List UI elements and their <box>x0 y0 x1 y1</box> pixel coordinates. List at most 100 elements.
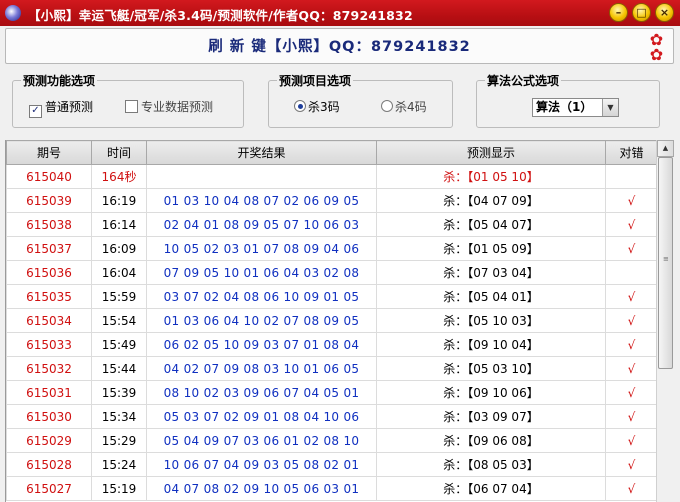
correct-cell: √ <box>605 284 657 309</box>
time-cell: 16:04 <box>91 260 147 285</box>
issue-cell: 615027 <box>6 476 92 501</box>
correct-cell: √ <box>605 332 657 357</box>
correct-cell: √ <box>605 428 657 453</box>
table-row[interactable]: 615029 15:29 05 04 09 07 03 06 01 02 08 10… <box>6 428 657 453</box>
result-cell <box>146 164 377 189</box>
issue-cell: 615040 <box>6 164 92 189</box>
correct-cell: √ <box>605 236 657 261</box>
kill4-label: 杀4码 <box>395 100 427 114</box>
prediction-cell: 杀：【03 09 07】 <box>376 404 606 429</box>
prediction-cell: 杀：【04 07 09】 <box>376 188 606 213</box>
results-grid[interactable]: 期号 时间 开奖结果 预测显示 对错 615040 164秒 杀：【01 05 10… <box>5 140 657 502</box>
window-title: 【小熙】幸运飞艇/冠军/杀3.4码/预测软件/作者QQ：879241832 <box>28 8 413 23</box>
col-header-result[interactable]: 开奖结果 <box>146 140 377 165</box>
issue-cell: 615032 <box>6 356 92 381</box>
table-row[interactable]: 615031 15:39 08 10 02 03 09 06 07 04 05 01… <box>6 380 657 405</box>
correct-cell: √ <box>605 188 657 213</box>
result-cell: 05 04 09 07 03 06 01 02 08 10 <box>146 428 377 453</box>
checkbox-empty-icon[interactable] <box>125 100 138 113</box>
table-row[interactable]: 615036 16:04 07 09 05 10 01 06 04 03 02 08… <box>6 260 657 285</box>
refresh-button[interactable]: 刷 新 键【小熙】QQ：879241832 ✿ ✿ <box>5 28 674 64</box>
grip-icon: ≡ <box>663 255 669 263</box>
title-bar[interactable]: 【小熙】幸运飞艇/冠军/杀3.4码/预测软件/作者QQ：879241832 – … <box>0 0 680 26</box>
result-cell: 06 02 05 10 09 03 07 01 08 04 <box>146 332 377 357</box>
result-cell: 10 05 02 03 01 07 08 09 04 06 <box>146 236 377 261</box>
normal-predict-checkbox[interactable]: ✓ 普通预测 <box>29 98 93 118</box>
project-options-title: 预测项目选项 <box>277 72 354 89</box>
minimize-button[interactable]: – <box>609 3 628 22</box>
result-cell: 07 09 05 10 01 06 04 03 02 08 <box>146 260 377 285</box>
prediction-cell: 杀：【05 03 10】 <box>376 356 606 381</box>
issue-cell: 615034 <box>6 308 92 333</box>
checkbox-checked-icon[interactable]: ✓ <box>29 105 42 118</box>
ornament-icon: ✿ ✿ <box>649 30 665 64</box>
kill4-radio[interactable]: 杀4码 <box>381 98 427 115</box>
prediction-cell: 杀：【09 06 08】 <box>376 428 606 453</box>
pro-data-predict-label: 专业数据预测 <box>141 100 214 114</box>
chevron-down-icon[interactable]: ▼ <box>602 99 618 116</box>
function-options-group: 预测功能选项 ✓ 普通预测 专业数据预测 <box>12 72 244 128</box>
prediction-cell: 杀：【01 05 10】 <box>376 164 606 189</box>
result-cell: 02 04 01 08 09 05 07 10 06 03 <box>146 212 377 237</box>
col-header-correct[interactable]: 对错 <box>605 140 657 165</box>
prediction-cell: 杀：【05 04 01】 <box>376 284 606 309</box>
result-cell: 04 02 07 09 08 03 10 01 06 05 <box>146 356 377 381</box>
table-row[interactable]: 615032 15:44 04 02 07 09 08 03 10 01 06 05… <box>6 356 657 381</box>
table-row[interactable]: 615027 15:19 04 07 08 02 09 10 05 06 03 01… <box>6 476 657 501</box>
result-cell: 03 07 02 04 08 06 10 09 01 05 <box>146 284 377 309</box>
radio-unselected-icon[interactable] <box>381 100 393 112</box>
col-header-time[interactable]: 时间 <box>91 140 147 165</box>
table-row[interactable]: 615030 15:34 05 03 07 02 09 01 08 04 10 06… <box>6 404 657 429</box>
table-row[interactable]: 615035 15:59 03 07 02 04 08 06 10 09 01 05… <box>6 284 657 309</box>
issue-cell: 615033 <box>6 332 92 357</box>
table-row[interactable]: 615034 15:54 01 03 06 04 10 02 07 08 09 05… <box>6 308 657 333</box>
close-button[interactable]: × <box>655 3 674 22</box>
correct-cell: √ <box>605 452 657 477</box>
prediction-cell: 杀：【09 10 06】 <box>376 380 606 405</box>
time-cell: 164秒 <box>91 164 147 189</box>
table-row[interactable]: 615039 16:19 01 03 10 04 08 07 02 06 09 05… <box>6 188 657 213</box>
prediction-cell: 杀：【09 10 04】 <box>376 332 606 357</box>
issue-cell: 615036 <box>6 260 92 285</box>
table-row[interactable]: 615033 15:49 06 02 05 10 09 03 07 01 08 04… <box>6 332 657 357</box>
result-cell: 05 03 07 02 09 01 08 04 10 06 <box>146 404 377 429</box>
prediction-cell: 杀：【08 05 03】 <box>376 452 606 477</box>
col-header-prediction[interactable]: 预测显示 <box>376 140 606 165</box>
table-row[interactable]: 615040 164秒 杀：【01 05 10】 <box>6 164 657 189</box>
table-row[interactable]: 615037 16:09 10 05 02 03 01 07 08 09 04 06… <box>6 236 657 261</box>
result-cell: 04 07 08 02 09 10 05 06 03 01 <box>146 476 377 501</box>
table-row[interactable]: 615028 15:24 10 06 07 04 09 03 05 08 02 01… <box>6 452 657 477</box>
time-cell: 16:09 <box>91 236 147 261</box>
refresh-label: 刷 新 键【小熙】QQ：879241832 <box>208 39 471 55</box>
correct-cell: √ <box>605 308 657 333</box>
scroll-up-icon[interactable]: ▲ <box>657 140 674 157</box>
correct-cell <box>605 164 657 189</box>
vertical-scrollbar[interactable]: ▲ ≡ <box>656 140 674 502</box>
time-cell: 15:54 <box>91 308 147 333</box>
time-cell: 16:19 <box>91 188 147 213</box>
kill3-radio[interactable]: 杀3码 <box>294 98 340 115</box>
correct-cell: √ <box>605 404 657 429</box>
maximize-button[interactable]: □ <box>632 3 651 22</box>
prediction-cell: 杀：【05 10 03】 <box>376 308 606 333</box>
radio-selected-icon[interactable] <box>294 100 306 112</box>
issue-cell: 615035 <box>6 284 92 309</box>
algorithm-select[interactable]: 算法（1） ▼ <box>532 98 619 117</box>
correct-cell: √ <box>605 356 657 381</box>
time-cell: 15:34 <box>91 404 147 429</box>
algorithm-select-value: 算法（1） <box>536 100 593 114</box>
scrollbar-thumb[interactable]: ≡ <box>658 157 673 369</box>
prediction-cell: 杀：【01 05 09】 <box>376 236 606 261</box>
time-cell: 15:49 <box>91 332 147 357</box>
pro-data-predict-checkbox[interactable]: 专业数据预测 <box>125 98 213 115</box>
prediction-cell: 杀：【05 04 07】 <box>376 212 606 237</box>
table-row[interactable]: 615038 16:14 02 04 01 08 09 05 07 10 06 03… <box>6 212 657 237</box>
correct-cell <box>605 260 657 285</box>
issue-cell: 615038 <box>6 212 92 237</box>
issue-cell: 615030 <box>6 404 92 429</box>
col-header-issue[interactable]: 期号 <box>6 140 92 165</box>
results-table: 期号 时间 开奖结果 预测显示 对错 615040 164秒 杀：【01 05 10… <box>6 140 657 501</box>
time-cell: 15:44 <box>91 356 147 381</box>
prediction-cell: 杀：【07 03 04】 <box>376 260 606 285</box>
result-cell: 01 03 10 04 08 07 02 06 09 05 <box>146 188 377 213</box>
